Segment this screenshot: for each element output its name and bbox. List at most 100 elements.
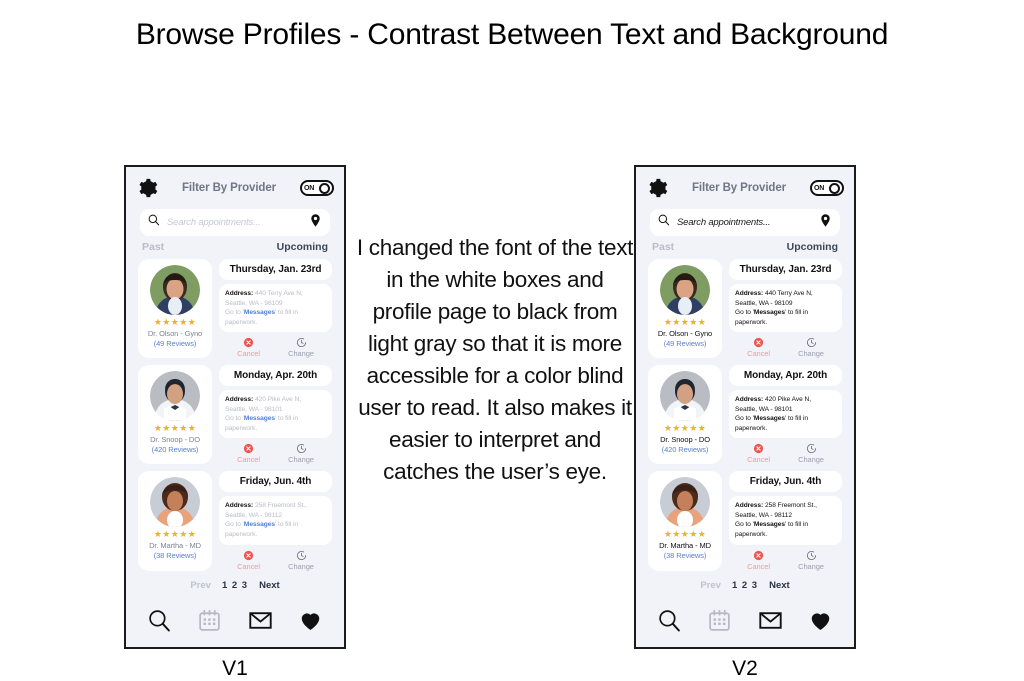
app-header: Filter By Provider ON	[126, 167, 344, 203]
pagination-pages[interactable]: 1 2 3	[222, 580, 248, 591]
bottom-navbar	[636, 602, 854, 647]
tab-past[interactable]: Past	[142, 241, 164, 253]
appointment-row: ★★★★★ Dr. Olson - Gyno (49 Reviews) Thur…	[648, 259, 842, 359]
provider-name: Dr. Martha - MD	[149, 541, 201, 551]
location-pin-icon[interactable]	[818, 213, 833, 233]
cancel-label: Cancel	[747, 455, 770, 465]
appointment-row: ★★★★★ Dr. Snoop - DO (420 Reviews) Monda…	[648, 365, 842, 465]
appointment-date: Friday, Jun. 4th	[219, 471, 332, 493]
appointment-details: Monday, Apr. 20th Address: 420 Pike Ave …	[219, 365, 332, 464]
search-input[interactable]: Search appointments...	[677, 217, 812, 228]
nav-heart-icon[interactable]	[298, 608, 323, 638]
appointment-actions: Cancel Change	[219, 442, 332, 464]
nav-envelope-icon[interactable]	[248, 608, 273, 638]
pagination: Prev 1 2 3 Next	[636, 571, 854, 591]
change-button[interactable]: Change	[288, 550, 314, 571]
provider-profile-card[interactable]: ★★★★★ Dr. Snoop - DO (420 Reviews)	[138, 365, 212, 465]
provider-name: Dr. Olson - Gyno	[657, 329, 713, 338]
header-title: Filter By Provider	[691, 182, 787, 194]
appointment-row: ★★★★★ Dr. Snoop - DO (420 Reviews) Monda…	[138, 365, 332, 465]
location-pin-icon[interactable]	[308, 213, 323, 233]
change-button[interactable]: Change	[798, 337, 824, 358]
provider-reviews[interactable]: (38 Reviews)	[664, 551, 707, 560]
search-icon	[147, 213, 161, 232]
search-input[interactable]: Search appointments...	[167, 217, 302, 228]
pagination-prev[interactable]: Prev	[190, 580, 211, 591]
toggle-knob	[319, 182, 330, 194]
search-bar[interactable]: Search appointments...	[650, 209, 840, 236]
tab-upcoming[interactable]: Upcoming	[277, 241, 328, 253]
change-label: Change	[798, 455, 824, 465]
nav-calendar-icon[interactable]	[707, 608, 732, 638]
provider-name: Dr. Snoop - DO	[660, 435, 710, 445]
messages-link[interactable]: Messages	[244, 309, 275, 316]
provider-profile-card[interactable]: ★★★★★ Dr. Martha - MD (38 Reviews)	[648, 471, 722, 571]
appointment-row: ★★★★★ Dr. Martha - MD (38 Reviews) Frida…	[138, 471, 332, 571]
provider-reviews[interactable]: (420 Reviews)	[152, 445, 199, 454]
nav-search-icon[interactable]	[657, 608, 682, 638]
page-title: Browse Profiles - Contrast Between Text …	[135, 18, 889, 51]
comparison-stage: Filter By Provider ON Search appointment…	[0, 52, 1024, 680]
cancel-button[interactable]: Cancel	[237, 337, 260, 358]
change-button[interactable]: Change	[798, 550, 824, 571]
appointment-date: Thursday, Jan. 23rd	[219, 259, 332, 280]
change-button[interactable]: Change	[288, 337, 314, 358]
provider-profile-card[interactable]: ★★★★★ Dr. Martha - MD (38 Reviews)	[138, 471, 212, 571]
avatar	[660, 371, 710, 422]
pagination-prev[interactable]: Prev	[700, 580, 721, 591]
messages-link[interactable]: Messages	[754, 521, 785, 528]
appointment-list-v1: ★★★★★ Dr. Olson - Gyno (49 Reviews) Thur…	[126, 253, 344, 571]
search-section: Search appointments...	[126, 203, 344, 236]
nav-envelope-icon[interactable]	[758, 608, 783, 638]
appointment-actions: Cancel Change	[219, 336, 332, 358]
provider-profile-card[interactable]: ★★★★★ Dr. Olson - Gyno (49 Reviews)	[138, 259, 212, 359]
provider-reviews[interactable]: (420 Reviews)	[662, 445, 709, 454]
change-button[interactable]: Change	[798, 443, 824, 464]
messages-link[interactable]: Messages	[754, 415, 785, 422]
change-button[interactable]: Change	[288, 443, 314, 464]
provider-reviews[interactable]: (49 Reviews)	[154, 339, 197, 348]
appointment-date: Monday, Apr. 20th	[729, 365, 842, 387]
appointment-address: Address: 420 Pike Ave N, Seattle, WA - 9…	[219, 390, 332, 439]
annotation-text: I changed the font of the text in the wh…	[356, 235, 634, 484]
gear-icon[interactable]	[136, 177, 158, 199]
messages-link[interactable]: Messages	[754, 309, 785, 316]
rating-stars: ★★★★★	[663, 423, 707, 434]
appointment-actions: Cancel Change	[219, 549, 332, 571]
nav-calendar-icon[interactable]	[197, 608, 222, 638]
cancel-button[interactable]: Cancel	[237, 550, 260, 571]
cancel-button[interactable]: Cancel	[747, 550, 770, 571]
nav-heart-icon[interactable]	[808, 608, 833, 638]
avatar	[150, 265, 200, 315]
search-bar[interactable]: Search appointments...	[140, 209, 330, 236]
address-label: Address:	[735, 502, 764, 510]
cancel-button[interactable]: Cancel	[747, 443, 770, 464]
gear-icon[interactable]	[646, 177, 668, 199]
note-prefix: Go to '	[735, 521, 754, 529]
tab-upcoming[interactable]: Upcoming	[787, 241, 838, 253]
filter-toggle[interactable]: ON	[300, 180, 334, 196]
provider-reviews[interactable]: (38 Reviews)	[154, 551, 197, 560]
provider-profile-card[interactable]: ★★★★★ Dr. Snoop - DO (420 Reviews)	[648, 365, 722, 465]
provider-profile-card[interactable]: ★★★★★ Dr. Olson - Gyno (49 Reviews)	[648, 259, 722, 359]
address-line-2: Seattle, WA - 98109	[225, 299, 283, 307]
pagination-pages[interactable]: 1 2 3	[732, 580, 758, 591]
pagination-next[interactable]: Next	[769, 580, 790, 591]
messages-link[interactable]: Messages	[244, 415, 275, 422]
app-header: Filter By Provider ON	[636, 167, 854, 203]
filter-toggle[interactable]: ON	[810, 180, 844, 196]
appointment-address: Address: 420 Pike Ave N, Seattle, WA - 9…	[729, 390, 842, 439]
nav-search-icon[interactable]	[147, 608, 172, 638]
provider-reviews[interactable]: (49 Reviews)	[664, 339, 707, 348]
toggle-knob	[829, 182, 840, 194]
tab-past[interactable]: Past	[652, 241, 674, 253]
address-label: Address:	[225, 502, 254, 510]
appointment-details: Monday, Apr. 20th Address: 420 Pike Ave …	[729, 365, 842, 464]
note-prefix: Go to '	[735, 309, 754, 317]
appointment-details: Friday, Jun. 4th Address: 258 Freemont S…	[219, 471, 332, 571]
cancel-button[interactable]: Cancel	[747, 337, 770, 358]
messages-link[interactable]: Messages	[244, 521, 275, 528]
cancel-button[interactable]: Cancel	[237, 443, 260, 464]
pagination-next[interactable]: Next	[259, 580, 280, 591]
search-section: Search appointments...	[636, 203, 854, 236]
